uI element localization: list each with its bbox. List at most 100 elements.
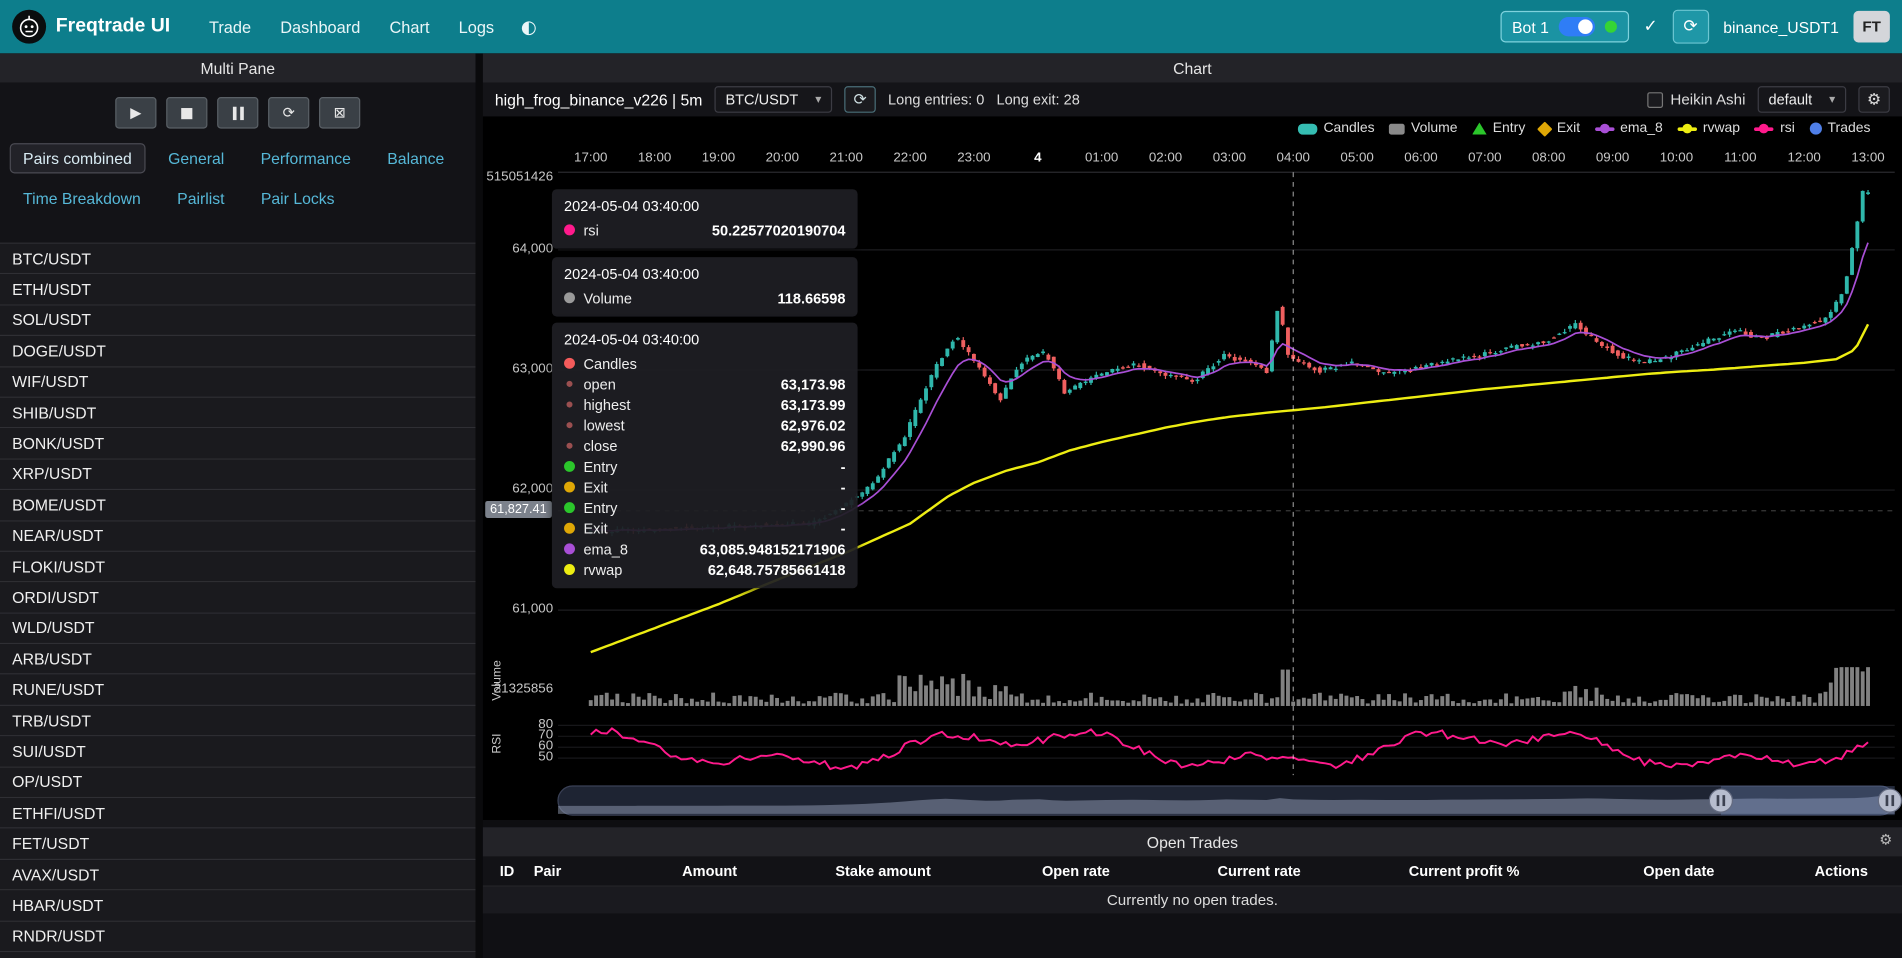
panel-divider[interactable] [475,53,482,958]
plot-config-select[interactable]: default ▾ [1758,86,1847,113]
trades-column-header[interactable]: Current rate [1167,862,1351,879]
trades-column-header[interactable]: Open rate [985,862,1167,879]
legend-item[interactable]: rsi [1755,121,1795,136]
pair-label: TRB/USDT [12,711,91,729]
navigator-handle[interactable] [1878,789,1901,812]
theme-toggle-icon[interactable]: ◐ [521,16,537,38]
freqtrade-logo-icon[interactable] [12,10,46,44]
pair-list-item[interactable]: ORDI/USDT [0,583,475,614]
pause-icon [232,106,243,119]
pair-list-item[interactable]: WIF/USDT [0,367,475,398]
legend-item[interactable]: Exit [1540,121,1580,136]
pair-list-item[interactable]: SHIB/USDT [0,398,475,429]
bot-online-dot [1605,21,1617,33]
pair-label: DOGE/USDT [12,342,106,360]
pair-list-item[interactable]: NEAR/USDT [0,521,475,552]
legend-marker-icon [1809,123,1821,135]
pane-tabs-row1: Pairs combined General Performance Balance [0,138,475,178]
pane-tab[interactable]: Pairs combined [10,143,145,173]
trades-column-header[interactable]: Amount [638,862,781,879]
pair-list-item[interactable]: RUNE/USDT [0,675,475,706]
pair-list-item[interactable]: SUI/USDT [0,737,475,768]
heikin-ashi-checkbox[interactable] [1647,92,1663,108]
pair-list-item[interactable]: WLD/USDT [0,613,475,644]
trades-column-header[interactable]: ID [483,862,534,879]
forceexit-button[interactable]: ⊠ [319,97,360,129]
tooltip-date: 2024-05-04 03:40:00 [564,198,845,215]
trades-column-header[interactable]: Current profit % [1351,862,1577,879]
tooltip-row-value: - [821,520,845,537]
pair-select-value: BTC/USDT [725,91,798,108]
series-dot-icon [564,482,575,493]
pane-tab[interactable]: Pairlist [164,183,238,213]
trades-column-header[interactable]: Stake amount [781,862,985,879]
brand-title[interactable]: Freqtrade UI [56,16,170,38]
pair-list-item[interactable]: TRB/USDT [0,706,475,737]
close-chart-icon: ⊠ [334,104,346,121]
pair-list-item[interactable]: ETH/USDT [0,275,475,306]
pane-tab[interactable]: Performance [247,143,364,173]
series-dot-icon [564,461,575,472]
pair-list-item[interactable]: FET/USDT [0,829,475,860]
pair-list-item[interactable]: HBAR/USDT [0,891,475,922]
pane-tab[interactable]: Pair Locks [248,183,348,213]
pair-label: WIF/USDT [12,373,88,391]
plot-settings-button[interactable]: ⚙ [1858,86,1890,113]
legend-marker-icon [1595,127,1614,131]
pair-label: NEAR/USDT [12,527,103,545]
pause-button[interactable] [217,97,258,129]
legend-item[interactable]: Candles [1298,121,1375,136]
pair-list-item[interactable]: RNDR/USDT [0,921,475,952]
bot-selector[interactable]: Bot 1 [1500,11,1629,43]
bot-toggle[interactable] [1559,17,1595,36]
chart-navigator[interactable] [558,786,1901,815]
pane-tab[interactable]: Time Breakdown [10,183,154,213]
pair-label: RUNE/USDT [12,681,104,699]
navigator-handle[interactable] [1709,789,1732,812]
refresh-button[interactable]: ⟳ [1672,10,1708,44]
pair-list-item[interactable]: ETHFI/USDT [0,798,475,829]
nav-link[interactable]: Dashboard [268,10,372,43]
bot-controls: ▶ ■ ⟳ ⊠ [0,82,475,138]
legend-item[interactable]: Entry [1472,121,1525,136]
nav-link[interactable]: Trade [197,10,263,43]
legend-marker-icon [1389,123,1405,134]
pair-list-item[interactable]: BOME/USDT [0,490,475,521]
pair-label: SUI/USDT [12,742,86,760]
stop-button[interactable]: ■ [166,97,207,129]
tooltip-row-value: 50.22577020190704 [692,221,845,238]
trades-column-header[interactable]: Actions [1781,862,1902,879]
tooltip-date: 2024-05-04 03:40:00 [564,266,845,283]
user-avatar[interactable]: FT [1853,11,1889,43]
trades-settings-gear-icon[interactable]: ⚙ [1879,831,1892,848]
pair-list-item[interactable]: DOGE/USDT [0,336,475,367]
trades-column-header[interactable]: Open date [1577,862,1781,879]
pane-tabs-row2: Time Breakdown Pairlist Pair Locks [0,178,475,218]
pair-list-item[interactable]: SOL/USDT [0,305,475,336]
trades-column-header[interactable]: Pair [534,862,638,879]
pane-tab[interactable]: General [155,143,238,173]
pair-select[interactable]: BTC/USDT ▾ [715,86,833,113]
pair-list-item[interactable]: XRP/USDT [0,459,475,490]
legend-item[interactable]: Volume [1389,121,1457,136]
nav-link[interactable]: Chart [377,10,441,43]
toolbar-right: Heikin Ashi default ▾ ⚙ [1647,86,1889,113]
nav-link[interactable]: Logs [446,10,506,43]
reload-config-button[interactable]: ⟳ [268,97,309,129]
gear-icon: ⚙ [1867,90,1881,108]
pair-list-item[interactable]: BONK/USDT [0,429,475,460]
series-dot-icon [564,358,575,369]
play-button[interactable]: ▶ [115,97,156,129]
legend-item[interactable]: ema_8 [1595,121,1663,136]
pair-list-item[interactable]: AR/USDT [0,952,475,958]
chart-refresh-button[interactable]: ⟳ [844,86,876,113]
pair-list-item[interactable]: AVAX/USDT [0,860,475,891]
pair-list-item[interactable]: BTC/USDT [0,244,475,275]
pane-tab[interactable]: Balance [374,143,458,173]
legend-item[interactable]: rvwap [1677,121,1740,136]
pair-list-item[interactable]: OP/USDT [0,767,475,798]
pair-label: FLOKI/USDT [12,557,105,575]
legend-item[interactable]: Trades [1809,121,1870,136]
pair-list-item[interactable]: ARB/USDT [0,644,475,675]
pair-list-item[interactable]: FLOKI/USDT [0,552,475,583]
